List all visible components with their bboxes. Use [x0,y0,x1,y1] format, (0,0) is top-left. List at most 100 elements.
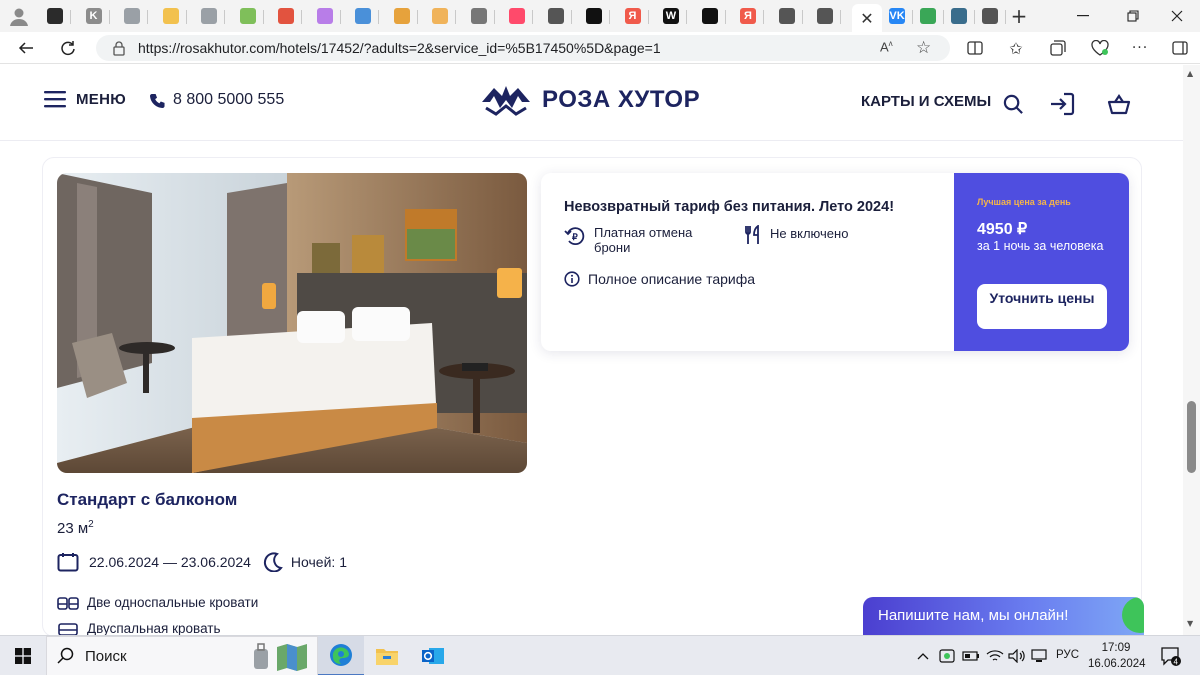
tab-20[interactable] [772,4,803,28]
tab-13[interactable] [502,4,533,28]
browser-toolbar: https://rosakhutor.com/hotels/17452/?adu… [0,32,1200,64]
page-scrollbar[interactable]: ▲ ▼ [1183,65,1200,635]
refresh-button[interactable] [54,36,82,60]
tab-19[interactable]: Я [733,4,764,28]
back-button[interactable] [12,36,40,60]
wifi-icon[interactable] [984,636,1006,675]
input-language[interactable]: РУС [1056,649,1079,661]
sidebar-toggle-icon[interactable] [1166,36,1194,60]
new-tab-button[interactable]: + [1004,4,1034,28]
more-options-icon[interactable]: ··· [1126,36,1154,60]
phone-link[interactable]: 8 800 5000 555 [150,91,284,109]
tab-5[interactable] [194,4,225,28]
tab-7[interactable] [271,4,302,28]
bed-option-label: Две односпальные кровати [87,595,259,610]
tab-vk-favicon-icon: VK [889,8,905,24]
luggage-icon [251,643,271,675]
tab-16-favicon-icon: Я [624,8,641,24]
tab-3[interactable] [117,4,148,28]
tab-15-favicon-icon [586,8,602,24]
minimize-button[interactable] [1060,0,1106,32]
tab-separator [724,10,726,24]
start-button[interactable] [0,636,46,675]
read-aloud-icon[interactable]: Aʌ [880,39,893,54]
browser-tab-strip: K Я W Я ✕ VK + [0,0,1200,32]
close-tab-icon[interactable]: ✕ [860,9,873,28]
tab-6-favicon-icon [239,8,256,24]
search-icon[interactable] [1000,91,1026,117]
tab-6[interactable] [233,4,264,28]
address-bar[interactable]: https://rosakhutor.com/hotels/17452/?adu… [96,35,950,61]
tab-14[interactable] [541,4,572,28]
svg-text:₽: ₽ [572,232,578,242]
notification-center-icon[interactable]: 4 [1156,636,1186,675]
taskbar-file-explorer[interactable] [364,636,410,675]
tab-15[interactable] [579,4,610,28]
tray-chevron-icon[interactable] [914,636,932,675]
tab-16[interactable]: Я [618,4,649,28]
tab-vk[interactable]: VK [882,4,913,28]
collections-icon[interactable] [1044,36,1072,60]
favorites-icon[interactable]: ✩ [1002,36,1030,60]
scroll-up-arrow-icon[interactable]: ▲ [1187,69,1193,78]
login-icon[interactable] [1049,91,1075,117]
chat-label: Напишите нам, мы онлайн! [878,607,1069,624]
cart-icon[interactable] [1106,91,1132,117]
tab-separator [301,10,302,24]
maps-link[interactable]: КАРТЫ И СХЕМЫ [861,93,991,110]
tab-10[interactable] [387,4,418,28]
tab-separator [493,10,495,24]
menu-button[interactable]: МЕНЮ [44,90,126,108]
taskbar-search-label: Поиск [85,647,127,665]
tab-separator [570,10,572,24]
tab-21[interactable] [810,4,841,28]
stay-dates: 22.06.2024 — 23.06.2024 [89,554,251,570]
tab-18[interactable] [695,4,726,28]
chat-widget-button[interactable]: Напишите нам, мы онлайн! [863,597,1144,635]
check-prices-button[interactable]: Уточнить цены [977,284,1107,329]
restore-button[interactable] [1110,0,1156,32]
favorite-star-icon[interactable]: ☆ [916,38,931,58]
tab-9[interactable] [348,4,379,28]
tab-14-favicon-icon [547,8,564,24]
profile-avatar-icon[interactable] [8,5,30,27]
taskbar-search[interactable]: Поиск [46,636,318,675]
tab-17[interactable]: W [656,4,687,28]
scroll-down-arrow-icon[interactable]: ▼ [1187,619,1193,628]
network-icon[interactable] [1028,636,1050,675]
room-photo[interactable] [57,173,527,473]
volume-icon[interactable] [1006,636,1028,675]
tab-1[interactable] [40,4,71,28]
url-text[interactable]: https://rosakhutor.com/hotels/17452/?adu… [138,40,661,56]
tab-5-favicon-icon [201,8,217,24]
taskbar-edge[interactable] [318,636,364,675]
tray-app-icon[interactable] [936,636,958,675]
tab-9-favicon-icon [355,8,371,24]
info-icon [564,271,580,287]
room-area: 23 м2 [57,519,94,537]
lock-icon[interactable] [112,40,126,60]
tab-8[interactable] [310,4,341,28]
tab-11[interactable] [425,4,456,28]
tab-12[interactable] [464,4,495,28]
online-indicator-icon [1122,597,1144,633]
tab-17-favicon-icon: W [663,8,679,24]
cancellation-policy: ₽ Платная отмена брони [564,225,704,255]
tab-7-favicon-icon [278,8,294,24]
taskbar-outlook[interactable] [410,636,456,675]
split-screen-icon[interactable] [961,36,989,60]
system-clock[interactable]: 17:09 16.06.2024 [1088,640,1146,672]
browser-essentials-icon[interactable] [1086,36,1114,60]
close-window-button[interactable] [1154,0,1200,32]
tab-2[interactable]: K [79,4,110,28]
battery-icon[interactable] [960,636,982,675]
tab-active[interactable]: ✕ [852,4,882,32]
tab-gear[interactable] [913,4,944,28]
tab-4[interactable] [156,4,187,28]
tab-circle[interactable] [944,4,975,28]
tab-plus[interactable] [975,4,1006,28]
site-logo[interactable]: РОЗА ХУТОР [478,82,700,118]
scrollbar-thumb[interactable] [1187,401,1196,473]
tariff-description-link[interactable]: Полное описание тарифа [564,271,755,287]
room-title[interactable]: Стандарт с балконом [57,490,237,510]
